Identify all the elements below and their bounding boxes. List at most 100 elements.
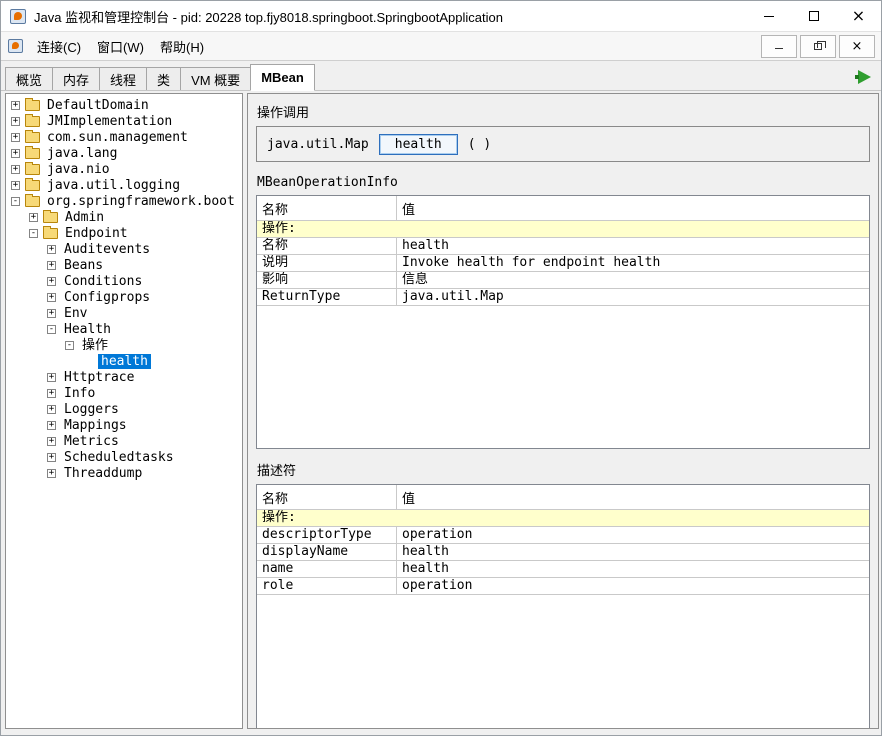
tree-item-label[interactable]: Metrics <box>61 434 122 449</box>
cell-name[interactable]: name <box>257 561 397 577</box>
tree-item-label[interactable]: Scheduledtasks <box>61 450 177 465</box>
tab-内存[interactable]: 内存 <box>52 67 100 90</box>
expand-icon[interactable]: + <box>47 373 56 382</box>
tree-item-label[interactable]: com.sun.management <box>44 130 191 145</box>
tree-item-label[interactable]: Info <box>61 386 98 401</box>
tree-item-label[interactable]: 操作 <box>79 338 111 353</box>
collapse-icon[interactable]: - <box>11 197 20 206</box>
tree-item-Auditevents[interactable]: +Auditevents <box>6 241 242 257</box>
expand-icon[interactable]: + <box>11 133 20 142</box>
column-header-value[interactable]: 值 <box>397 196 869 220</box>
cell-name[interactable]: 名称 <box>257 238 397 254</box>
table-row[interactable]: roleoperation <box>257 578 869 595</box>
tab-MBean[interactable]: MBean <box>250 64 315 91</box>
cell-value[interactable]: 信息 <box>397 272 869 288</box>
collapse-icon[interactable]: - <box>65 341 74 350</box>
expand-icon[interactable]: + <box>47 421 56 430</box>
cell-value[interactable]: Invoke health for endpoint health <box>397 255 869 271</box>
frame-minimize-button[interactable] <box>761 35 797 58</box>
cell-name[interactable]: descriptorType <box>257 527 397 543</box>
expand-icon[interactable]: + <box>11 181 20 190</box>
cell-value[interactable]: health <box>397 561 869 577</box>
group-label[interactable]: 操作: <box>257 510 869 526</box>
tree-item-label[interactable]: org.springframework.boot <box>44 194 238 209</box>
expand-icon[interactable]: + <box>29 213 38 222</box>
tree-item-Env[interactable]: + Env <box>6 305 242 321</box>
table-row[interactable]: descriptorTypeoperation <box>257 527 869 544</box>
tree-item-Conditions[interactable]: + Conditions <box>6 273 242 289</box>
table-row[interactable]: 影响信息 <box>257 272 869 289</box>
cell-name[interactable]: 影响 <box>257 272 397 288</box>
tree-item-label[interactable]: Beans <box>61 258 106 273</box>
table-row[interactable]: 名称health <box>257 238 869 255</box>
menu-item-0[interactable]: 连接(C) <box>29 32 89 61</box>
tree-item-label[interactable]: DefaultDomain <box>44 98 152 113</box>
tree-item-label[interactable]: Configprops <box>61 290 153 305</box>
frame-restore-button[interactable] <box>800 35 836 58</box>
menu-item-2[interactable]: 帮助(H) <box>152 32 212 61</box>
tree-item-Endpoint[interactable]: - Endpoint <box>6 225 242 241</box>
cell-name[interactable]: ReturnType <box>257 289 397 305</box>
tree-item-label[interactable]: java.lang <box>44 146 120 161</box>
tree-item-Loggers[interactable]: +Loggers <box>6 401 242 417</box>
tree-item-Admin[interactable]: + Admin <box>6 209 242 225</box>
cell-name[interactable]: displayName <box>257 544 397 560</box>
tree-item-label[interactable]: java.nio <box>44 162 113 177</box>
table-row[interactable]: namehealth <box>257 561 869 578</box>
tree-item-label[interactable]: Admin <box>62 210 107 225</box>
expand-icon[interactable]: + <box>47 405 56 414</box>
tab-概览[interactable]: 概览 <box>5 67 53 90</box>
minimize-button[interactable] <box>746 1 791 31</box>
tree-item-DefaultDomain[interactable]: + DefaultDomain <box>6 97 242 113</box>
frame-close-button[interactable]: × <box>839 35 875 58</box>
tree-item-操作[interactable]: -操作 <box>6 337 242 353</box>
tree-item-com.sun.management[interactable]: + com.sun.management <box>6 129 242 145</box>
tree-item-org.springframework.boot[interactable]: - org.springframework.boot <box>6 193 242 209</box>
tree-item-label[interactable]: health <box>98 354 151 369</box>
tab-线程[interactable]: 线程 <box>99 67 147 90</box>
expand-icon[interactable]: + <box>47 469 56 478</box>
cell-value[interactable]: operation <box>397 527 869 543</box>
cell-name[interactable]: role <box>257 578 397 594</box>
tree-item-Threaddump[interactable]: + Threaddump <box>6 465 242 481</box>
tree-item-java.util.logging[interactable]: +java.util.logging <box>6 177 242 193</box>
expand-icon[interactable]: + <box>11 149 20 158</box>
tree-item-label[interactable]: JMImplementation <box>44 114 175 129</box>
tree-item-java.lang[interactable]: + java.lang <box>6 145 242 161</box>
maximize-button[interactable] <box>791 1 836 31</box>
tree-item-label[interactable]: Httptrace <box>61 370 137 385</box>
collapse-icon[interactable]: - <box>29 229 38 238</box>
tree-item-Info[interactable]: +Info <box>6 385 242 401</box>
expand-icon[interactable]: + <box>11 117 20 126</box>
tree-item-health[interactable]: health <box>6 353 242 369</box>
expand-icon[interactable]: + <box>47 293 56 302</box>
tree-item-label[interactable]: Threaddump <box>61 466 145 481</box>
cell-name[interactable]: 说明 <box>257 255 397 271</box>
expand-icon[interactable]: + <box>47 453 56 462</box>
expand-icon[interactable]: + <box>47 309 56 318</box>
tree-item-Httptrace[interactable]: + Httptrace <box>6 369 242 385</box>
group-label[interactable]: 操作: <box>257 221 869 237</box>
tree-item-label[interactable]: Env <box>61 306 90 321</box>
table-row[interactable]: 说明Invoke health for endpoint health <box>257 255 869 272</box>
tree-item-label[interactable]: Conditions <box>61 274 145 289</box>
collapse-icon[interactable]: - <box>47 325 56 334</box>
tree-item-label[interactable]: Endpoint <box>62 226 131 241</box>
expand-icon[interactable]: + <box>11 101 20 110</box>
tree-item-label[interactable]: Health <box>61 322 114 337</box>
expand-icon[interactable]: + <box>11 165 20 174</box>
cell-value[interactable]: health <box>397 544 869 560</box>
tree-item-Beans[interactable]: +Beans <box>6 257 242 273</box>
column-header-name[interactable]: 名称 <box>257 196 397 220</box>
group-row-operation[interactable]: 操作: <box>257 510 869 527</box>
table-row[interactable]: ReturnTypejava.util.Map <box>257 289 869 306</box>
expand-icon[interactable]: + <box>47 277 56 286</box>
tree-item-Metrics[interactable]: +Metrics <box>6 433 242 449</box>
tree-item-Mappings[interactable]: +Mappings <box>6 417 242 433</box>
tree-item-JMImplementation[interactable]: + JMImplementation <box>6 113 242 129</box>
tree-item-Health[interactable]: -Health <box>6 321 242 337</box>
tab-VM 概要[interactable]: VM 概要 <box>180 67 251 90</box>
cell-value[interactable]: java.util.Map <box>397 289 869 305</box>
close-button[interactable]: × <box>836 1 881 31</box>
group-row-operation[interactable]: 操作: <box>257 221 869 238</box>
